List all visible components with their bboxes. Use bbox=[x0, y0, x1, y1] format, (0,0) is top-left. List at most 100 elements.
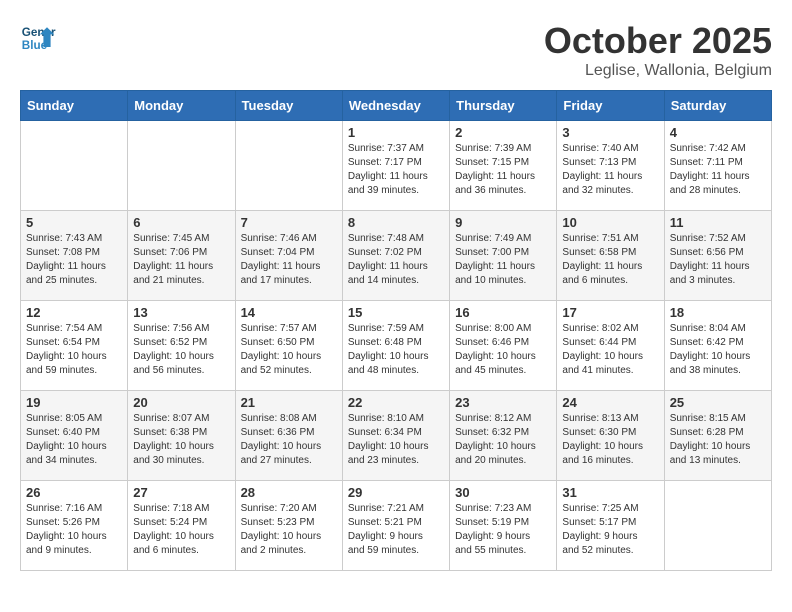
day-cell bbox=[21, 121, 128, 211]
day-cell: 6Sunrise: 7:45 AMSunset: 7:06 PMDaylight… bbox=[128, 211, 235, 301]
day-number: 29 bbox=[348, 485, 444, 500]
day-number: 4 bbox=[670, 125, 766, 140]
day-info: Sunrise: 7:16 AMSunset: 5:26 PMDaylight:… bbox=[26, 502, 122, 558]
day-cell: 5 Sunrise: 7:43 AMSunset: 7:08 PMDaylight… bbox=[21, 211, 128, 301]
day-info: Sunrise: 8:10 AMSunset: 6:34 PMDaylight:… bbox=[348, 412, 444, 468]
dow-tuesday: Tuesday bbox=[235, 91, 342, 121]
day-info: Sunrise: 7:57 AMSunset: 6:50 PMDaylight:… bbox=[241, 322, 337, 378]
day-number: 12 bbox=[26, 305, 122, 320]
day-cell: 19 Sunrise: 8:05 AMSunset: 6:40 PMDayligh… bbox=[21, 391, 128, 481]
title-section: October 2025 Leglise, Wallonia, Belgium bbox=[544, 20, 772, 80]
week-row-0: 1 Sunrise: 7:37 AMSunset: 7:17 PMDaylight… bbox=[21, 121, 772, 211]
day-number: 14 bbox=[241, 305, 337, 320]
day-cell: 8 Sunrise: 7:48 AMSunset: 7:02 PMDaylight… bbox=[342, 211, 449, 301]
dow-friday: Friday bbox=[557, 91, 664, 121]
day-info: Sunrise: 7:18 AMSunset: 5:24 PMDaylight:… bbox=[133, 502, 229, 558]
day-cell: 25 Sunrise: 8:15 AMSunset: 6:28 PMDayligh… bbox=[664, 391, 771, 481]
day-cell: 1 Sunrise: 7:37 AMSunset: 7:17 PMDaylight… bbox=[342, 121, 449, 211]
day-info: Sunrise: 7:46 AMSunset: 7:04 PMDaylight:… bbox=[241, 232, 337, 288]
day-number: 13 bbox=[133, 305, 229, 320]
dow-saturday: Saturday bbox=[664, 91, 771, 121]
dow-sunday: Sunday bbox=[21, 91, 128, 121]
calendar-subtitle: Leglise, Wallonia, Belgium bbox=[544, 62, 772, 80]
day-cell: 3 Sunrise: 7:40 AMSunset: 7:13 PMDaylight… bbox=[557, 121, 664, 211]
week-row-4: 26 Sunrise: 7:16 AMSunset: 5:26 PMDayligh… bbox=[21, 481, 772, 571]
day-info: Sunrise: 7:49 AMSunset: 7:00 PMDaylight:… bbox=[455, 232, 551, 288]
day-number: 27 bbox=[133, 485, 229, 500]
week-row-2: 12 Sunrise: 7:54 AMSunset: 6:54 PMDayligh… bbox=[21, 301, 772, 391]
day-number: 22 bbox=[348, 395, 444, 410]
day-info: Sunrise: 7:21 AMSunset: 5:21 PMDaylight:… bbox=[348, 502, 444, 558]
day-info: Sunrise: 7:54 AMSunset: 6:54 PMDaylight:… bbox=[26, 322, 122, 378]
day-cell: 11Sunrise: 7:52 AMSunset: 6:56 PMDayligh… bbox=[664, 211, 771, 301]
dow-monday: Monday bbox=[128, 91, 235, 121]
day-info: Sunrise: 8:04 AMSunset: 6:42 PMDaylight:… bbox=[670, 322, 766, 378]
day-cell bbox=[664, 481, 771, 571]
day-number: 31 bbox=[562, 485, 658, 500]
day-info: Sunrise: 7:25 AMSunset: 5:17 PMDaylight:… bbox=[562, 502, 658, 558]
day-info: Sunrise: 7:48 AMSunset: 7:02 PMDaylight:… bbox=[348, 232, 444, 288]
logo-icon: General Blue bbox=[20, 20, 56, 56]
day-number: 16 bbox=[455, 305, 551, 320]
day-cell: 22 Sunrise: 8:10 AMSunset: 6:34 PMDayligh… bbox=[342, 391, 449, 481]
day-cell: 18 Sunrise: 8:04 AMSunset: 6:42 PMDayligh… bbox=[664, 301, 771, 391]
day-cell: 31 Sunrise: 7:25 AMSunset: 5:17 PMDayligh… bbox=[557, 481, 664, 571]
day-number: 21 bbox=[241, 395, 337, 410]
day-number: 5 bbox=[26, 215, 122, 230]
dow-thursday: Thursday bbox=[450, 91, 557, 121]
days-of-week-header: SundayMondayTuesdayWednesdayThursdayFrid… bbox=[21, 91, 772, 121]
day-info: Sunrise: 7:56 AMSunset: 6:52 PMDaylight:… bbox=[133, 322, 229, 378]
day-info: Sunrise: 7:51 AMSunset: 6:58 PMDaylight:… bbox=[562, 232, 658, 288]
day-cell: 9Sunrise: 7:49 AMSunset: 7:00 PMDaylight… bbox=[450, 211, 557, 301]
day-cell: 17 Sunrise: 8:02 AMSunset: 6:44 PMDayligh… bbox=[557, 301, 664, 391]
day-info: Sunrise: 8:15 AMSunset: 6:28 PMDaylight:… bbox=[670, 412, 766, 468]
day-cell: 4Sunrise: 7:42 AMSunset: 7:11 PMDaylight… bbox=[664, 121, 771, 211]
day-info: Sunrise: 7:39 AMSunset: 7:15 PMDaylight:… bbox=[455, 142, 551, 198]
day-info: Sunrise: 7:40 AMSunset: 7:13 PMDaylight:… bbox=[562, 142, 658, 198]
day-info: Sunrise: 8:00 AMSunset: 6:46 PMDaylight:… bbox=[455, 322, 551, 378]
week-row-3: 19 Sunrise: 8:05 AMSunset: 6:40 PMDayligh… bbox=[21, 391, 772, 481]
day-info: Sunrise: 8:02 AMSunset: 6:44 PMDaylight:… bbox=[562, 322, 658, 378]
day-number: 20 bbox=[133, 395, 229, 410]
day-number: 6 bbox=[133, 215, 229, 230]
day-cell: 16 Sunrise: 8:00 AMSunset: 6:46 PMDayligh… bbox=[450, 301, 557, 391]
day-number: 1 bbox=[348, 125, 444, 140]
day-cell: 21 Sunrise: 8:08 AMSunset: 6:36 PMDayligh… bbox=[235, 391, 342, 481]
dow-wednesday: Wednesday bbox=[342, 91, 449, 121]
day-number: 3 bbox=[562, 125, 658, 140]
day-number: 26 bbox=[26, 485, 122, 500]
day-cell: 27 Sunrise: 7:18 AMSunset: 5:24 PMDayligh… bbox=[128, 481, 235, 571]
day-cell: 7 Sunrise: 7:46 AMSunset: 7:04 PMDaylight… bbox=[235, 211, 342, 301]
day-cell: 15Sunrise: 7:59 AMSunset: 6:48 PMDayligh… bbox=[342, 301, 449, 391]
day-cell: 20 Sunrise: 8:07 AMSunset: 6:38 PMDayligh… bbox=[128, 391, 235, 481]
day-number: 19 bbox=[26, 395, 122, 410]
day-number: 30 bbox=[455, 485, 551, 500]
day-number: 25 bbox=[670, 395, 766, 410]
day-info: Sunrise: 8:13 AMSunset: 6:30 PMDaylight:… bbox=[562, 412, 658, 468]
day-cell bbox=[128, 121, 235, 211]
day-info: Sunrise: 7:20 AMSunset: 5:23 PMDaylight:… bbox=[241, 502, 337, 558]
day-number: 2 bbox=[455, 125, 551, 140]
day-number: 8 bbox=[348, 215, 444, 230]
logo: General Blue bbox=[20, 20, 56, 56]
day-number: 24 bbox=[562, 395, 658, 410]
day-number: 7 bbox=[241, 215, 337, 230]
day-info: Sunrise: 8:05 AMSunset: 6:40 PMDaylight:… bbox=[26, 412, 122, 468]
day-number: 15 bbox=[348, 305, 444, 320]
calendar-table: SundayMondayTuesdayWednesdayThursdayFrid… bbox=[20, 90, 772, 571]
day-number: 23 bbox=[455, 395, 551, 410]
day-cell: 29 Sunrise: 7:21 AMSunset: 5:21 PMDayligh… bbox=[342, 481, 449, 571]
day-info: Sunrise: 7:37 AMSunset: 7:17 PMDaylight:… bbox=[348, 142, 444, 198]
day-info: Sunrise: 8:12 AMSunset: 6:32 PMDaylight:… bbox=[455, 412, 551, 468]
day-info: Sunrise: 8:07 AMSunset: 6:38 PMDaylight:… bbox=[133, 412, 229, 468]
calendar-body: 1 Sunrise: 7:37 AMSunset: 7:17 PMDaylight… bbox=[21, 121, 772, 571]
week-row-1: 5 Sunrise: 7:43 AMSunset: 7:08 PMDaylight… bbox=[21, 211, 772, 301]
day-cell: 23 Sunrise: 8:12 AMSunset: 6:32 PMDayligh… bbox=[450, 391, 557, 481]
day-info: Sunrise: 7:43 AMSunset: 7:08 PMDaylight:… bbox=[26, 232, 122, 288]
day-number: 17 bbox=[562, 305, 658, 320]
day-cell: 14 Sunrise: 7:57 AMSunset: 6:50 PMDayligh… bbox=[235, 301, 342, 391]
day-info: Sunrise: 8:08 AMSunset: 6:36 PMDaylight:… bbox=[241, 412, 337, 468]
day-number: 18 bbox=[670, 305, 766, 320]
day-cell: 24 Sunrise: 8:13 AMSunset: 6:30 PMDayligh… bbox=[557, 391, 664, 481]
day-number: 10 bbox=[562, 215, 658, 230]
